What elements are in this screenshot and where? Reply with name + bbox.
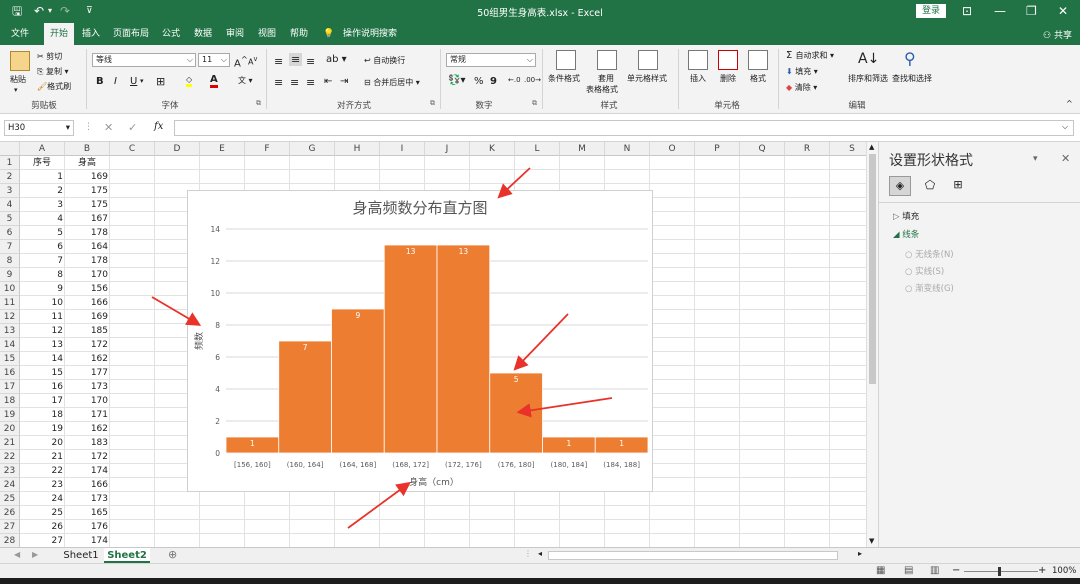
- split-handle-icon[interactable]: ⋮: [524, 549, 532, 558]
- zoom-slider-handle[interactable]: [998, 567, 1001, 576]
- solid-line-radio[interactable]: ○ 实线(S): [905, 265, 944, 277]
- fill-section-label: 填充: [902, 212, 920, 222]
- arrow-to-data-label: [513, 313, 569, 371]
- no-line-label: 无线条(N): [915, 250, 954, 260]
- horizontal-scrollbar-thumb[interactable]: [548, 551, 838, 560]
- hscroll-right-icon[interactable]: ▸: [858, 549, 862, 558]
- zoom-level[interactable]: 100%: [1052, 566, 1076, 576]
- arrow-to-bar: [516, 397, 613, 418]
- page-layout-view-icon[interactable]: ▤: [904, 565, 913, 576]
- add-sheet-icon[interactable]: ⊕: [168, 548, 177, 561]
- fill-line-icon[interactable]: ◈: [889, 176, 911, 196]
- separator: [879, 202, 1080, 203]
- zoom-slider[interactable]: [964, 571, 1038, 572]
- sheet-tabs-bar: ◀ ▶ Sheet1 Sheet2 ⊕ ⋮ ◂ ▸: [0, 547, 1080, 563]
- pane-options-icon[interactable]: ▾: [1033, 154, 1038, 164]
- pane-title: 设置形状格式: [889, 153, 973, 169]
- sheet-tab-sheet2[interactable]: Sheet2: [104, 548, 150, 563]
- size-properties-icon[interactable]: ⊞: [947, 176, 969, 196]
- arrow-to-y-axis: [151, 296, 202, 326]
- fill-section[interactable]: ▷ 填充: [893, 210, 919, 222]
- line-section-label: 线条: [902, 230, 920, 240]
- page-break-view-icon[interactable]: ▥: [930, 565, 939, 576]
- chevron-down-icon: ◢: [893, 230, 903, 240]
- no-line-radio[interactable]: ○ 无线条(N): [905, 248, 954, 260]
- scroll-tabs-left-icon[interactable]: ◀: [14, 550, 20, 559]
- gradient-line-radio[interactable]: ○ 渐变线(G): [905, 282, 954, 294]
- line-section[interactable]: ◢ 线条: [893, 228, 919, 240]
- normal-view-icon[interactable]: ▦: [876, 565, 885, 576]
- zoom-out-icon[interactable]: −: [952, 565, 960, 576]
- solid-line-label: 实线(S): [915, 267, 945, 277]
- sheet-tab-sheet1[interactable]: Sheet1: [58, 548, 104, 563]
- format-shape-pane: 设置形状格式 ▾ ✕ ◈ ⬠ ⊞ ▷ 填充 ◢ 线条 ○ 无线条(N) ○ 实线…: [878, 142, 1080, 563]
- taskbar-strip: [0, 578, 1080, 584]
- close-pane-icon[interactable]: ✕: [1061, 152, 1070, 165]
- effects-icon[interactable]: ⬠: [919, 176, 941, 196]
- arrow-to-x-axis: [347, 481, 411, 529]
- gradient-line-label: 渐变线(G): [915, 284, 954, 294]
- zoom-in-icon[interactable]: +: [1038, 565, 1046, 576]
- scroll-tabs-right-icon[interactable]: ▶: [32, 550, 38, 559]
- status-bar: ▦ ▤ ▥ − + 100%: [0, 563, 1080, 578]
- chevron-right-icon: ▷: [893, 212, 903, 222]
- arrow-to-title: [497, 167, 531, 199]
- hscroll-left-icon[interactable]: ◂: [538, 549, 542, 558]
